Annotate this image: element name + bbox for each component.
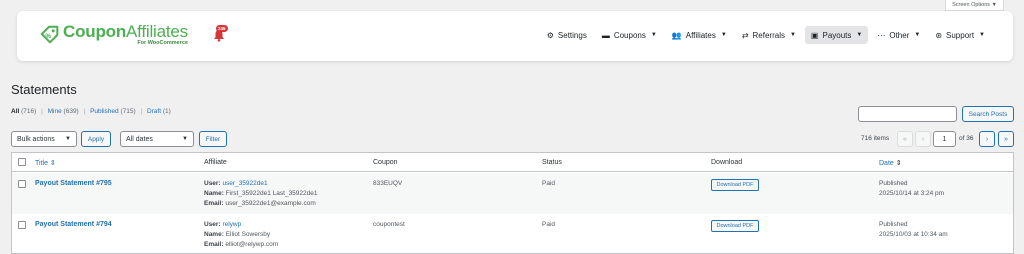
column-status: Status	[542, 159, 562, 166]
nav-label: Referrals	[752, 30, 785, 40]
affiliate-email: elliot@relywp.com	[225, 241, 279, 248]
date-status: Published	[879, 221, 908, 228]
table-row: Payout Statement #795 User: user_35922de…	[12, 173, 1013, 214]
date-filter-select[interactable]: All dates ▼	[120, 131, 194, 147]
download-pdf-button[interactable]: Download PDF	[711, 220, 759, 232]
view-all[interactable]: All	[11, 108, 19, 115]
search-input[interactable]	[858, 106, 957, 122]
caret-down-icon: ▼	[720, 32, 727, 38]
post-status-views: All (716) | Mine (639) | Published (715)…	[11, 108, 171, 115]
sort-desc-icon: ⇕	[895, 160, 902, 167]
column-date[interactable]: Date ⇕	[879, 159, 902, 167]
download-pdf-button[interactable]: Download PDF	[711, 179, 759, 191]
nav-support[interactable]: ⊛ Support ▼	[929, 26, 991, 44]
column-download: Download	[711, 159, 743, 166]
current-page-input[interactable]: 1	[933, 131, 956, 147]
coupon-link[interactable]: coupontest	[373, 220, 405, 230]
statement-title-link[interactable]: Payout Statement #794	[35, 220, 112, 230]
affiliate-user-link[interactable]: relywp	[222, 221, 241, 228]
nav-payouts[interactable]: ▣ Payouts ▼	[804, 26, 869, 44]
bulk-actions-select[interactable]: Bulk actions ▼	[11, 131, 77, 147]
chevron-down-icon: ▼	[65, 136, 71, 142]
date-status: Published	[879, 180, 908, 187]
caret-down-icon: ▼	[856, 32, 863, 38]
nav-settings[interactable]: ⚙ Settings	[541, 26, 593, 44]
date-value: 2025/10/14 at 3:24 pm	[879, 190, 945, 197]
last-page-button[interactable]: »	[998, 131, 1014, 147]
filter-button[interactable]: Filter	[199, 131, 227, 147]
exchange-icon: ⇄	[741, 30, 749, 40]
column-affiliate: Affiliate	[204, 159, 227, 166]
nav-label: Affiliates	[685, 30, 716, 40]
money-icon: ▣	[810, 30, 819, 40]
caret-down-icon: ▼	[789, 32, 796, 38]
affiliate-name: Elliot Sowersby	[225, 231, 271, 238]
affiliate-details: User: user_35922de1 Name: First_35922de1…	[204, 180, 318, 207]
total-pages: of 36	[959, 135, 974, 142]
prev-page-button: ‹	[915, 131, 931, 147]
chevron-down-icon: ▼	[182, 136, 188, 142]
coupon-affiliates-logo: % CouponAffiliates For WooCommerce	[39, 23, 188, 46]
notification-badge: 245	[216, 25, 228, 32]
statements-table: Title ⇕ Affiliate Coupon Status Download…	[11, 152, 1014, 254]
view-draft[interactable]: Draft	[147, 108, 161, 115]
affiliate-email: user_35922de1@example.com	[225, 200, 316, 207]
row-checkbox[interactable]	[18, 180, 26, 188]
ticket-icon: ▬	[601, 30, 610, 40]
logo-name-thin: Affiliates	[126, 22, 188, 41]
next-page-button[interactable]: ›	[979, 131, 995, 147]
caret-down-icon: ▼	[650, 32, 657, 38]
view-published[interactable]: Published	[90, 108, 119, 115]
nav-label: Support	[946, 30, 975, 40]
nav-coupons[interactable]: ▬ Coupons ▼	[596, 26, 663, 44]
items-count: 716 items	[861, 135, 890, 142]
row-checkbox[interactable]	[18, 221, 26, 229]
lifebuoy-icon: ⊛	[935, 30, 943, 40]
view-mine[interactable]: Mine	[48, 108, 62, 115]
nav-label: Other	[889, 30, 910, 40]
affiliate-name: First_35922de1 Last_35922de1	[225, 190, 318, 197]
apply-button[interactable]: Apply	[81, 131, 111, 147]
tag-icon: %	[40, 25, 59, 43]
statement-title-link[interactable]: Payout Statement #795	[35, 179, 112, 189]
select-all-checkbox[interactable]	[18, 158, 26, 166]
search-posts-button[interactable]: Search Posts	[962, 106, 1014, 122]
gear-icon: ⚙	[546, 30, 554, 40]
sort-icon: ⇕	[49, 160, 56, 167]
date-cell: Published 2025/10/14 at 3:24 pm	[879, 179, 944, 199]
nav-other[interactable]: ⋯ Other ▼	[871, 26, 926, 44]
column-title[interactable]: Title ⇕	[35, 159, 56, 167]
table-row: Payout Statement #794 User: relywp Name:…	[12, 214, 1013, 254]
nav-label: Settings	[557, 30, 587, 40]
logo-name-bold: Coupon	[63, 22, 126, 41]
nav-label: Payouts	[822, 30, 852, 40]
first-page-button: «	[897, 131, 913, 147]
screen-options-button[interactable]: Screen Options ▼	[945, 0, 1004, 11]
status-text: Paid	[542, 221, 556, 228]
users-icon: 👥	[671, 30, 682, 40]
affiliate-details: User: relywp Name: Elliot Sowersby Email…	[204, 221, 279, 248]
coupon-link[interactable]: 833EUQV	[373, 179, 402, 189]
plugin-header: % CouponAffiliates For WooCommerce 245 ⚙…	[17, 11, 1013, 61]
caret-down-icon: ▼	[979, 32, 985, 38]
ellipsis-icon: ⋯	[877, 30, 886, 40]
svg-text:%: %	[45, 32, 51, 39]
table-header: Title ⇕ Affiliate Coupon Status Download…	[12, 153, 1013, 172]
status-text: Paid	[542, 180, 556, 187]
page-title: Statements	[11, 82, 77, 97]
date-value: 2025/10/03 at 10:34 am	[879, 231, 948, 238]
date-cell: Published 2025/10/03 at 10:34 am	[879, 220, 948, 240]
nav-referrals[interactable]: ⇄ Referrals ▼	[736, 26, 802, 44]
caret-down-icon: ▼	[914, 32, 921, 38]
nav-label: Coupons	[613, 30, 646, 40]
nav-affiliates[interactable]: 👥 Affiliates ▼	[666, 26, 733, 44]
affiliate-user-link[interactable]: user_35922de1	[222, 180, 267, 187]
column-coupon: Coupon	[373, 159, 398, 166]
plugin-nav: ⚙ Settings ▬ Coupons ▼ 👥 Affiliates ▼ ⇄ …	[538, 26, 991, 44]
